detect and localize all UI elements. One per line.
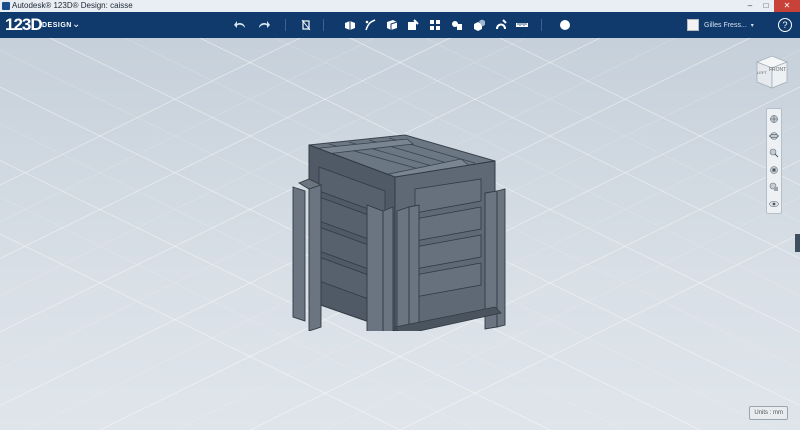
modify-icon[interactable]: [405, 17, 421, 33]
app-logo-suffix[interactable]: DESIGN: [42, 22, 72, 29]
close-button[interactable]: ✕: [774, 0, 800, 12]
grouping-icon[interactable]: [449, 17, 465, 33]
window-title: Autodesk® 123D® Design: caisse: [12, 1, 133, 10]
chevron-down-icon: ▾: [750, 22, 754, 29]
cube-left-label: LEFT: [757, 70, 767, 75]
construct-icon[interactable]: [384, 17, 400, 33]
pattern-icon[interactable]: [427, 17, 443, 33]
measure-icon[interactable]: [514, 17, 530, 33]
zoom-icon[interactable]: [768, 146, 780, 160]
orbit-icon[interactable]: [768, 129, 780, 143]
transform-icon[interactable]: [298, 17, 314, 33]
3d-viewport[interactable]: FRONT LEFT Units : mm: [0, 38, 800, 430]
crate-model[interactable]: [285, 131, 515, 331]
user-account-menu[interactable]: Gilles Fress... ▾: [687, 17, 765, 33]
maximize-button[interactable]: □: [758, 0, 774, 12]
chevron-down-icon[interactable]: ⌄: [72, 19, 80, 30]
view-cube[interactable]: FRONT LEFT: [753, 52, 791, 92]
navigation-bar: [766, 108, 782, 214]
primitives-icon[interactable]: [342, 17, 358, 33]
app-icon: [2, 2, 10, 10]
help-button[interactable]: ?: [778, 18, 792, 32]
avatar: [687, 19, 699, 31]
redo-icon[interactable]: [256, 17, 272, 33]
toolbar-separator: [323, 19, 324, 31]
user-name: Gilles Fress...: [704, 21, 747, 29]
cube-front-label: FRONT: [769, 67, 787, 73]
units-indicator[interactable]: Units : mm: [749, 406, 788, 420]
app-logo[interactable]: 123D: [5, 15, 43, 35]
window-controls: – □ ✕: [742, 0, 800, 12]
fit-icon[interactable]: [768, 163, 780, 177]
visibility-icon[interactable]: [768, 197, 780, 211]
toolbar-separator: [541, 19, 542, 31]
combine-icon[interactable]: [471, 17, 487, 33]
undo-icon[interactable]: [232, 17, 248, 33]
material-icon[interactable]: [557, 17, 573, 33]
side-panel-tab[interactable]: [795, 234, 800, 252]
snap-icon[interactable]: [493, 17, 509, 33]
sketch-icon[interactable]: [363, 17, 379, 33]
view-icon[interactable]: [768, 180, 780, 194]
pan-icon[interactable]: [768, 112, 780, 126]
toolbar-separator: [285, 19, 286, 31]
main-toolbar: 123D DESIGN ⌄ Gilles Fress... ▾ ?: [0, 12, 800, 38]
minimize-button[interactable]: –: [742, 0, 758, 12]
